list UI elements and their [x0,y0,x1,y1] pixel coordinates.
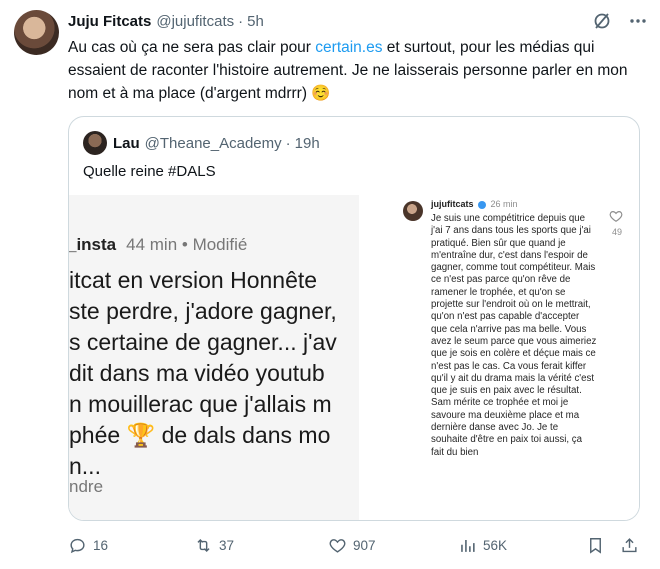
insta-line: n... [69,453,101,479]
insta-line: ste perdre, j'adore gagner, [69,298,337,324]
views-icon [461,539,475,552]
screenshot-image-right[interactable]: jujufitcats 26 min Je suis une compétitr… [359,195,639,520]
insta-line: phée 🏆 de dals dans mo [69,422,331,448]
views-button[interactable]: 56K [458,536,507,555]
insta-tail: ndre [69,477,104,496]
quote-media[interactable]: _insta 44 min • Modifié itcat en version … [69,195,639,520]
ig-user-line: jujufitcats 26 min [431,199,518,209]
heart-icon [609,209,623,223]
tweet-text: Au cas où ça ne sera pas clair pour cert… [68,36,628,105]
quoted-tweet[interactable]: Lau @Theane_Academy · 19h Quelle reine #… [68,116,640,521]
more-icon[interactable] [628,11,648,31]
separator-dot: · [238,12,244,30]
like-count: 907 [353,537,376,553]
reply-icon [70,538,85,553]
retweet-icon [197,538,210,552]
quote-author-handle: @Theane_Academy [144,134,282,152]
quote-time: 19h [294,134,320,152]
author-handle[interactable]: @jujufitcats [156,13,234,30]
ig-time: 26 min [490,199,518,209]
verified-icon [478,200,487,209]
grok-icon[interactable] [592,11,612,31]
insta-line: dit dans ma vidéo youtub [69,360,325,386]
share-icon [622,537,637,552]
share-button[interactable] [620,536,639,555]
insta-meta: 44 min • Modifié [126,235,248,254]
heart-icon [329,538,346,553]
ig-comment-text: Je suis une compétitrice depuis que j'ai… [431,213,597,458]
insta-header: _insta 44 min • Modifié [69,235,247,255]
quote-text: Quelle reine #DALS [83,163,216,180]
insta-lines: itcat en version Honnête ste perdre, j'a… [69,265,337,482]
bookmark-icon [590,537,601,554]
tweet-time[interactable]: 5h [247,13,264,30]
separator-dot: · [285,134,291,152]
ig-username: jujufitcats [431,199,474,209]
action-bar: 16 37 907 56K [64,532,648,558]
quote-avatar [83,131,107,155]
like-button[interactable]: 907 [328,536,376,555]
insta-line: s certaine de gagner... j'av [69,329,337,355]
retweet-button[interactable]: 37 [194,536,234,555]
bookmark-button[interactable] [586,536,605,555]
quote-header: Lau @Theane_Academy · 19h [83,131,320,155]
views-count: 56K [483,537,508,553]
reply-count: 16 [93,537,109,553]
insta-line: itcat en version Honnête [69,267,318,293]
mention-link[interactable]: certain.es [315,39,382,56]
author-avatar[interactable] [14,10,59,55]
quote-author-name: Lau [113,134,140,152]
ig-avatar [403,201,423,221]
reply-button[interactable]: 16 [68,536,108,555]
insta-user: _insta [69,235,117,254]
tweet-header: Juju Fitcats @jujufitcats · 5h [68,10,648,32]
retweet-count: 37 [219,537,235,553]
author-name[interactable]: Juju Fitcats [68,13,151,30]
ig-like-count: 49 [611,227,622,237]
insta-line: n mouillerac que j'allais m [69,391,332,417]
tweet-text-part: Au cas où ça ne sera pas clair pour [68,39,316,56]
screenshot-image-left[interactable]: _insta 44 min • Modifié itcat en version … [69,195,359,520]
